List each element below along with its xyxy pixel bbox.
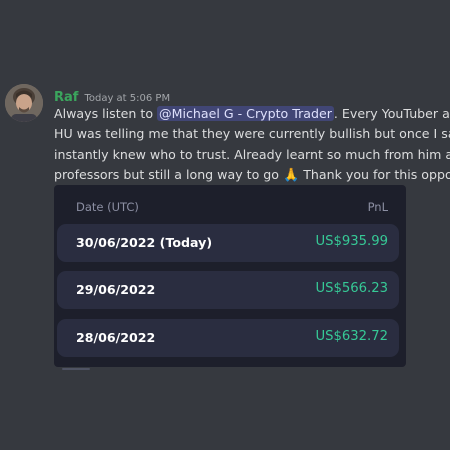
pnl-column-header: PnL	[367, 200, 388, 214]
pnl-value: US$935.99	[315, 234, 388, 249]
message-line: Always listen to @Michael G - Crypto Tra…	[54, 104, 450, 124]
pnl-row: 30/06/2022 (Today) US$935.99	[57, 224, 399, 262]
pnl-table-header: Date (UTC) PnL	[76, 200, 388, 214]
avatar-image	[5, 84, 43, 122]
message-line: instantly knew who to trust. Already lea…	[54, 146, 450, 162]
chat-message: Raf Today at 5:06 PM Always listen to @Mi…	[0, 0, 450, 450]
pnl-row: 29/06/2022 US$566.23	[57, 271, 399, 309]
pnl-date: 29/06/2022	[76, 282, 156, 297]
message-text: professors but still a long way to go	[54, 167, 283, 183]
pnl-value: US$632.72	[315, 329, 388, 344]
pnl-row: 28/06/2022 US$632.72	[57, 319, 399, 357]
message-line: HU was telling me that they were current…	[54, 126, 450, 142]
message-timestamp[interactable]: Today at 5:06 PM	[84, 93, 170, 104]
author-name[interactable]: Raf	[54, 90, 78, 105]
message-header: Raf Today at 5:06 PM	[54, 86, 170, 105]
pray-emoji-icon[interactable]: 🙏	[283, 168, 299, 183]
pnl-image-attachment[interactable]: Date (UTC) PnL 30/06/2022 (Today) US$935…	[54, 185, 406, 367]
message-text: . Every YouTuber and ir	[333, 106, 450, 121]
pnl-value: US$566.23	[315, 281, 388, 296]
user-mention[interactable]: @Michael G - Crypto Trader	[157, 106, 334, 121]
date-column-header: Date (UTC)	[76, 200, 139, 214]
pnl-date: 30/06/2022 (Today)	[76, 235, 213, 250]
pnl-date: 28/06/2022	[76, 330, 156, 345]
message-content: Always listen to @Michael G - Crypto Tra…	[54, 104, 450, 187]
avatar[interactable]	[5, 84, 43, 122]
message-text: Thank you for this opportuni	[303, 167, 450, 183]
message-text: Always listen to	[54, 106, 158, 121]
message-line: professors but still a long way to go 🙏 …	[54, 165, 450, 186]
divider	[62, 368, 90, 370]
